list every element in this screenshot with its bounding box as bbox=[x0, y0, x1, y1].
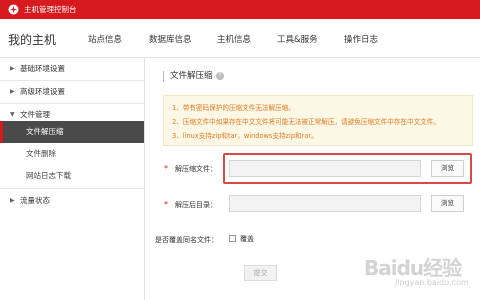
sidebar-subitem-file-delete[interactable]: 文件删除 bbox=[0, 143, 144, 165]
highlight-box bbox=[223, 153, 472, 184]
archive-file-label: 解压缩文件： bbox=[175, 165, 217, 173]
top-bar: 主机管理控制台 bbox=[0, 0, 480, 19]
watermark-url: jingyan.baidu.com bbox=[395, 278, 469, 287]
required-mark: * bbox=[164, 200, 168, 209]
sidebar-subitem-label: 文件删除 bbox=[26, 149, 56, 158]
watermark-logo: Baidu经验 bbox=[364, 256, 462, 280]
nav-database-info[interactable]: 数据库信息 bbox=[149, 33, 192, 45]
overwrite-option-label[interactable]: 覆盖 bbox=[240, 234, 254, 244]
submit-button[interactable]: 提交 bbox=[244, 265, 277, 281]
sidebar-subitem-log-download[interactable]: 网站日志下载 bbox=[0, 165, 144, 187]
nav-operation-log[interactable]: 操作日志 bbox=[344, 33, 378, 45]
chevron-right-icon: ▶ bbox=[10, 197, 15, 204]
sidebar-item-label: 高级环境设置 bbox=[20, 87, 65, 96]
sidebar-item-label: 基础环境设置 bbox=[20, 64, 65, 73]
sidebar-item-traffic-status[interactable]: ▶ 流量状态 bbox=[0, 190, 144, 212]
sidebar-item-basic-env[interactable]: ▶ 基础环境设置 bbox=[0, 58, 144, 80]
sidebar-subitem-label: 文件解压缩 bbox=[26, 127, 64, 136]
notice-line: 2、压缩文件中如果存在中文文件将可能无法被正常解压，请避免压缩文件中存在中文文件… bbox=[172, 118, 440, 126]
section-title: 文件解压缩 bbox=[163, 71, 213, 82]
overwrite-label: 是否覆盖同名文件： bbox=[155, 236, 218, 244]
sidebar-subitem-label: 网站日志下载 bbox=[26, 171, 71, 180]
target-dir-input[interactable] bbox=[229, 195, 421, 212]
sidebar-subitem-file-extract[interactable]: 文件解压缩 bbox=[0, 121, 144, 143]
nav-tools-services[interactable]: 工具&服务 bbox=[277, 33, 318, 45]
notice-box: 1、带有密码保护的压缩文件无法解压缩。 2、压缩文件中如果存在中文文件将可能无法… bbox=[163, 95, 473, 146]
brand-logo-icon bbox=[8, 4, 19, 15]
required-mark: * bbox=[164, 164, 168, 173]
target-dir-label: 解压后目录： bbox=[175, 201, 217, 209]
header: 我的主机 站点信息 数据库信息 主机信息 工具&服务 操作日志 bbox=[0, 19, 480, 58]
console-title: 主机管理控制台 bbox=[24, 5, 77, 14]
notice-line: 3、linux支持zip和tar，windows支持zip和rar。 bbox=[172, 132, 318, 140]
page-title: 我的主机 bbox=[8, 33, 57, 47]
sidebar: ▶ 基础环境设置 ▶ 高级环境设置 ▼ 文件管理 文件解压缩 文件删除 网站日志… bbox=[0, 58, 145, 300]
overwrite-checkbox[interactable] bbox=[229, 235, 236, 242]
nav-site-info[interactable]: 站点信息 bbox=[88, 33, 122, 45]
browse-target-button[interactable]: 浏览 bbox=[431, 195, 464, 212]
nav-host-info[interactable]: 主机信息 bbox=[217, 33, 251, 45]
chevron-right-icon: ▶ bbox=[10, 65, 15, 72]
divider bbox=[0, 188, 144, 189]
sidebar-item-label: 流量状态 bbox=[20, 196, 50, 205]
help-icon[interactable]: ? bbox=[216, 72, 224, 80]
notice-line: 1、带有密码保护的压缩文件无法解压缩。 bbox=[172, 104, 295, 112]
sidebar-item-advanced-env[interactable]: ▶ 高级环境设置 bbox=[0, 81, 144, 103]
chevron-right-icon: ▶ bbox=[10, 88, 15, 95]
